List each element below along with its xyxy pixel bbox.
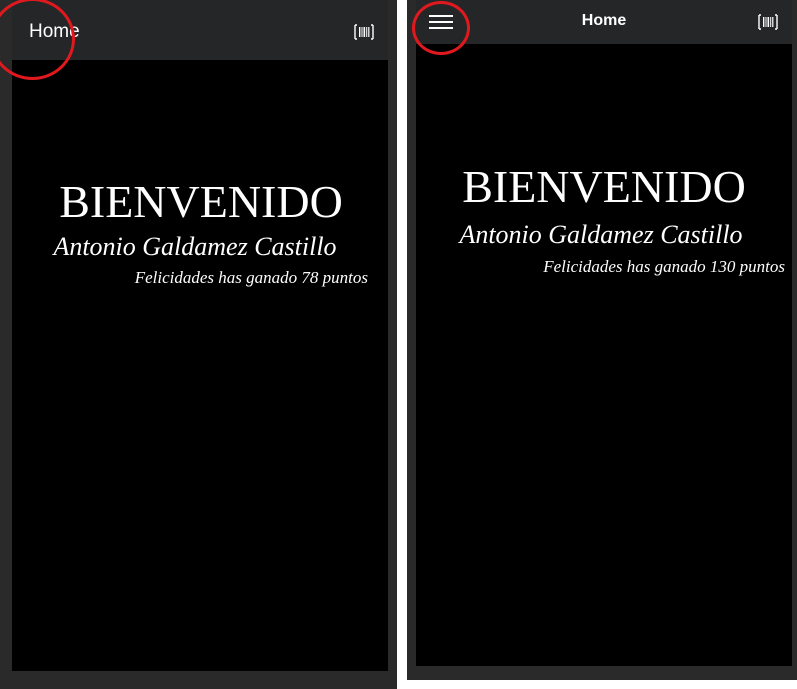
screen-before: Home BIENVENIDO Antonio Galdamez Castill… [0, 0, 397, 689]
annotation-circle [412, 1, 470, 55]
points-message: Felicidades has ganado 78 puntos [134, 268, 368, 287]
screen-after: Home BIENVENIDO Antonio Galdamez Castill… [407, 0, 797, 680]
app-toolbar: Home [416, 0, 792, 44]
barcode-scan-icon[interactable] [758, 14, 778, 30]
points-message: Felicidades has ganado 130 puntos [543, 257, 785, 276]
barcode-scan-icon[interactable] [354, 24, 374, 40]
main-content: BIENVENIDO Antonio Galdamez Castillo Fel… [12, 60, 388, 671]
page-title: Home [581, 12, 627, 29]
user-name: Antonio Galdamez Castillo [53, 232, 337, 261]
main-content: BIENVENIDO Antonio Galdamez Castillo Fel… [416, 44, 792, 666]
welcome-heading: BIENVENIDO [59, 176, 343, 227]
user-name: Antonio Galdamez Castillo [459, 220, 743, 249]
welcome-heading: BIENVENIDO [462, 161, 746, 212]
